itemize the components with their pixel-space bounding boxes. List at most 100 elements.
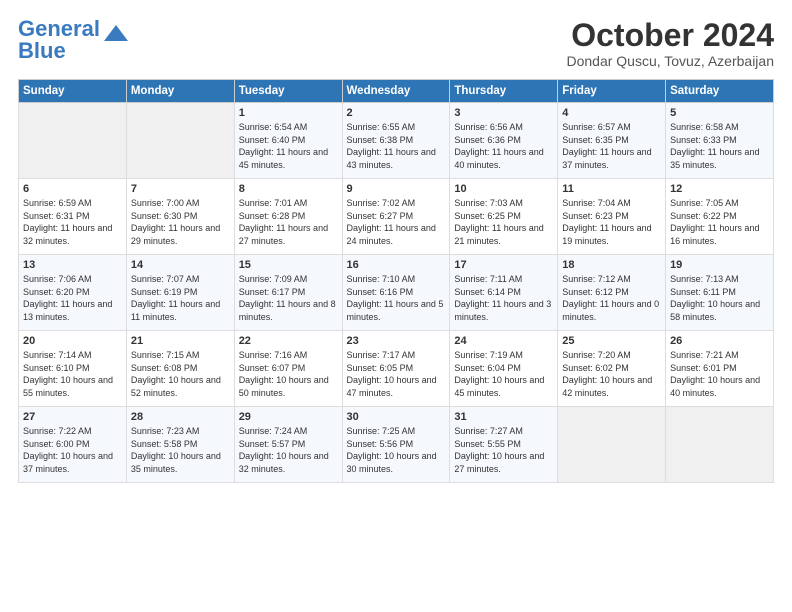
cell-5-3: 29Sunrise: 7:24 AMSunset: 5:57 PMDayligh… [234,407,342,483]
day-number: 13 [23,259,122,271]
cell-1-3: 1Sunrise: 6:54 AMSunset: 6:40 PMDaylight… [234,103,342,179]
cell-1-1 [19,103,127,179]
cell-1-6: 4 Sunrise: 6:57 AMSunset: 6:35 PMDaylight… [558,103,666,179]
cell-info: Sunrise: 7:13 AMSunset: 6:11 PMDaylight:… [670,273,769,323]
cell-5-6 [558,407,666,483]
cell-info: Sunrise: 7:04 AMSunset: 6:23 PMDaylight:… [562,197,661,247]
day-number: 15 [239,259,338,271]
logo-icon [102,21,130,49]
cell-5-5: 31 Sunrise: 7:27 AMSunset: 5:55 PMDayligh… [450,407,558,483]
day-number: 1 [239,107,338,119]
day-number: 31 [454,411,553,423]
cell-4-4: 23 Sunrise: 7:17 AMSunset: 6:05 PMDayligh… [342,331,450,407]
day-number: 16 [347,259,446,271]
calendar-table: Sunday Monday Tuesday Wednesday Thursday… [18,79,774,483]
col-saturday: Saturday [666,80,774,103]
cell-info: Sunrise: 7:09 AMSunset: 6:17 PMDaylight:… [239,273,338,323]
col-monday: Monday [126,80,234,103]
logo-text: GeneralBlue [18,18,100,62]
cell-info: Sunrise: 6:58 AMSunset: 6:33 PMDaylight:… [670,121,769,171]
cell-info: Sunrise: 7:12 AMSunset: 6:12 PMDaylight:… [562,273,661,323]
cell-2-1: 6 Sunrise: 6:59 AMSunset: 6:31 PMDaylight… [19,179,127,255]
cell-5-2: 28Sunrise: 7:23 AMSunset: 5:58 PMDayligh… [126,407,234,483]
cell-3-7: 19Sunrise: 7:13 AMSunset: 6:11 PMDayligh… [666,255,774,331]
day-number: 29 [239,411,338,423]
day-number: 7 [131,183,230,195]
cell-3-3: 15 Sunrise: 7:09 AMSunset: 6:17 PMDayligh… [234,255,342,331]
cell-info: Sunrise: 7:11 AMSunset: 6:14 PMDaylight:… [454,273,553,323]
cell-info: Sunrise: 6:56 AMSunset: 6:36 PMDaylight:… [454,121,553,171]
cell-info: Sunrise: 7:23 AMSunset: 5:58 PMDaylight:… [131,425,230,475]
cell-3-6: 18 Sunrise: 7:12 AMSunset: 6:12 PMDayligh… [558,255,666,331]
week-row-1: 1Sunrise: 6:54 AMSunset: 6:40 PMDaylight… [19,103,774,179]
cell-info: Sunrise: 7:07 AMSunset: 6:19 PMDaylight:… [131,273,230,323]
cell-info: Sunrise: 6:55 AMSunset: 6:38 PMDaylight:… [347,121,446,171]
cell-5-1: 27 Sunrise: 7:22 AMSunset: 6:00 PMDayligh… [19,407,127,483]
day-number: 24 [454,335,553,347]
cell-info: Sunrise: 7:15 AMSunset: 6:08 PMDaylight:… [131,349,230,399]
cell-info: Sunrise: 7:21 AMSunset: 6:01 PMDaylight:… [670,349,769,399]
day-number: 23 [347,335,446,347]
cell-info: Sunrise: 7:17 AMSunset: 6:05 PMDaylight:… [347,349,446,399]
day-number: 4 [562,107,661,119]
day-number: 2 [347,107,446,119]
header-row: Sunday Monday Tuesday Wednesday Thursday… [19,80,774,103]
cell-info: Sunrise: 7:03 AMSunset: 6:25 PMDaylight:… [454,197,553,247]
cell-info: Sunrise: 6:57 AMSunset: 6:35 PMDaylight:… [562,121,661,171]
cell-info: Sunrise: 7:01 AMSunset: 6:28 PMDaylight:… [239,197,338,247]
cell-2-6: 11 Sunrise: 7:04 AMSunset: 6:23 PMDayligh… [558,179,666,255]
cell-1-2 [126,103,234,179]
cell-4-5: 24 Sunrise: 7:19 AMSunset: 6:04 PMDayligh… [450,331,558,407]
cell-2-3: 8 Sunrise: 7:01 AMSunset: 6:28 PMDaylight… [234,179,342,255]
day-number: 22 [239,335,338,347]
title-block: October 2024 Dondar Quscu, Tovuz, Azerba… [566,18,774,69]
week-row-5: 27 Sunrise: 7:22 AMSunset: 6:00 PMDayligh… [19,407,774,483]
cell-info: Sunrise: 7:27 AMSunset: 5:55 PMDaylight:… [454,425,553,475]
cell-2-5: 10 Sunrise: 7:03 AMSunset: 6:25 PMDayligh… [450,179,558,255]
cell-4-7: 26Sunrise: 7:21 AMSunset: 6:01 PMDayligh… [666,331,774,407]
header: GeneralBlue October 2024 Dondar Quscu, T… [18,18,774,69]
cell-1-4: 2 Sunrise: 6:55 AMSunset: 6:38 PMDaylight… [342,103,450,179]
logo: GeneralBlue [18,18,130,62]
cell-5-7 [666,407,774,483]
day-number: 8 [239,183,338,195]
cell-info: Sunrise: 6:59 AMSunset: 6:31 PMDaylight:… [23,197,122,247]
day-number: 21 [131,335,230,347]
day-number: 14 [131,259,230,271]
cell-info: Sunrise: 7:22 AMSunset: 6:00 PMDaylight:… [23,425,122,475]
cell-3-5: 17Sunrise: 7:11 AMSunset: 6:14 PMDayligh… [450,255,558,331]
col-friday: Friday [558,80,666,103]
cell-info: Sunrise: 7:06 AMSunset: 6:20 PMDaylight:… [23,273,122,323]
cell-4-3: 22 Sunrise: 7:16 AMSunset: 6:07 PMDayligh… [234,331,342,407]
cell-info: Sunrise: 7:19 AMSunset: 6:04 PMDaylight:… [454,349,553,399]
location: Dondar Quscu, Tovuz, Azerbaijan [566,53,774,69]
cell-1-5: 3Sunrise: 6:56 AMSunset: 6:36 PMDaylight… [450,103,558,179]
cell-3-2: 14 Sunrise: 7:07 AMSunset: 6:19 PMDayligh… [126,255,234,331]
day-number: 6 [23,183,122,195]
cell-info: Sunrise: 7:16 AMSunset: 6:07 PMDaylight:… [239,349,338,399]
col-tuesday: Tuesday [234,80,342,103]
cell-2-7: 12Sunrise: 7:05 AMSunset: 6:22 PMDayligh… [666,179,774,255]
col-wednesday: Wednesday [342,80,450,103]
cell-4-1: 20Sunrise: 7:14 AMSunset: 6:10 PMDayligh… [19,331,127,407]
day-number: 27 [23,411,122,423]
cell-3-1: 13 Sunrise: 7:06 AMSunset: 6:20 PMDayligh… [19,255,127,331]
cell-2-2: 7Sunrise: 7:00 AMSunset: 6:30 PMDaylight… [126,179,234,255]
cell-info: Sunrise: 7:10 AMSunset: 6:16 PMDaylight:… [347,273,446,323]
col-sunday: Sunday [19,80,127,103]
week-row-4: 20Sunrise: 7:14 AMSunset: 6:10 PMDayligh… [19,331,774,407]
col-thursday: Thursday [450,80,558,103]
day-number: 9 [347,183,446,195]
cell-4-6: 25Sunrise: 7:20 AMSunset: 6:02 PMDayligh… [558,331,666,407]
cell-info: Sunrise: 7:02 AMSunset: 6:27 PMDaylight:… [347,197,446,247]
month-title: October 2024 [566,18,774,53]
cell-info: Sunrise: 7:14 AMSunset: 6:10 PMDaylight:… [23,349,122,399]
day-number: 30 [347,411,446,423]
day-number: 11 [562,183,661,195]
week-row-3: 13 Sunrise: 7:06 AMSunset: 6:20 PMDayligh… [19,255,774,331]
cell-2-4: 9 Sunrise: 7:02 AMSunset: 6:27 PMDaylight… [342,179,450,255]
day-number: 18 [562,259,661,271]
day-number: 10 [454,183,553,195]
day-number: 12 [670,183,769,195]
cell-info: Sunrise: 7:20 AMSunset: 6:02 PMDaylight:… [562,349,661,399]
